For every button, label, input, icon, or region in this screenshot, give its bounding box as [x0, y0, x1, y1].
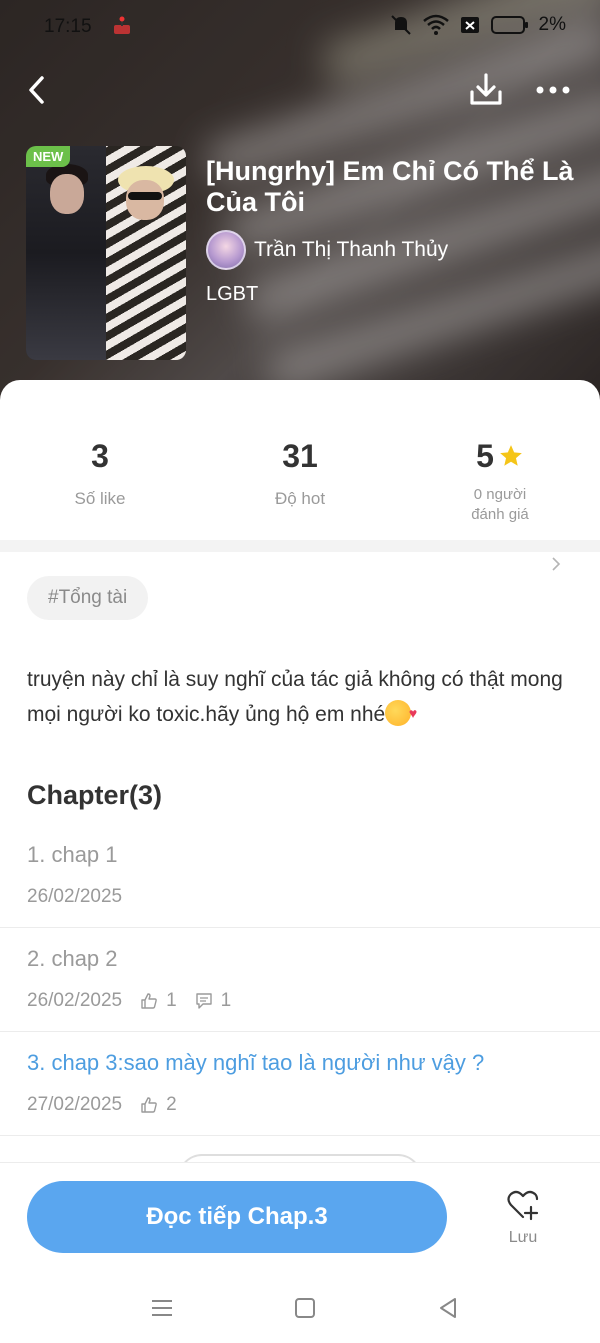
hot-label: Độ hot [274, 489, 326, 508]
chevron-right-icon [552, 557, 561, 571]
mute-icon [390, 15, 411, 35]
heart-plus-icon [507, 1190, 539, 1221]
author-avatar[interactable] [206, 230, 246, 270]
wifi-icon [422, 14, 449, 35]
system-navigation-bar [0, 1272, 600, 1343]
thumbs-up-icon [141, 993, 157, 1009]
stat-rating[interactable]: 5 0 người đánh giá [400, 438, 600, 571]
status-time: 17:15 [44, 16, 92, 37]
cover-image [26, 146, 186, 360]
back-triangle-icon[interactable] [434, 1294, 462, 1322]
back-button[interactable] [22, 72, 54, 108]
continue-reading-button[interactable]: Đọc tiếp Chap.3 [27, 1181, 447, 1253]
battery-percent: 2% [538, 14, 566, 35]
stat-hot: 31 Độ hot [200, 438, 400, 509]
more-options-button[interactable] [532, 76, 574, 104]
chapter-meta: 27/02/2025 2 [27, 1094, 177, 1116]
chapter-title: 3. chap 3:sao mày nghĩ tao là người như … [27, 1050, 485, 1075]
bottom-action-bar: Đọc tiếp Chap.3 Lưu [0, 1162, 600, 1272]
chapter-comments: 1 [220, 990, 232, 1011]
rating-value: 5 [476, 438, 494, 474]
no-sim-icon [460, 17, 479, 33]
section-divider [0, 540, 600, 552]
tag-chip[interactable]: #Tổng tài [27, 576, 149, 620]
genre-label[interactable]: LGBT [206, 283, 258, 306]
save-button[interactable]: Lưu [490, 1185, 556, 1257]
status-bar: 17:15 2% [0, 0, 600, 54]
new-badge: NEW [26, 146, 71, 167]
likes-label: Số like [74, 489, 126, 508]
comment-icon [195, 993, 212, 1009]
chapter-item[interactable]: 2. chap 2 26/02/2025 1 1 [0, 928, 600, 1032]
chapter-date: 26/02/2025 [27, 990, 123, 1011]
story-title: [Hungrhy] Em Chỉ Có Thể Là Của Tôi [206, 156, 574, 217]
smiling-hearts-emoji-icon [385, 696, 417, 731]
chapter-meta: 26/02/2025 1 1 [27, 990, 231, 1012]
author-row[interactable]: Trần Thị Thanh Thủy [206, 230, 448, 270]
chapter-date: 27/02/2025 [27, 1094, 123, 1115]
chapter-likes: 1 [166, 990, 177, 1011]
chapter-title: 2. chap 2 [27, 946, 118, 971]
likes-count: 3 [91, 438, 109, 474]
star-icon [500, 445, 522, 466]
chapter-heading: Chapter(3) [27, 780, 163, 810]
story-description: truyện này chỉ là suy nghĩ của tác giả k… [27, 662, 575, 732]
download-button[interactable] [466, 70, 506, 110]
stat-likes: 3 Số like [0, 438, 200, 509]
chapter-item[interactable]: 1. chap 1 26/02/2025 [0, 824, 600, 928]
save-label: Lưu [508, 1229, 538, 1246]
battery-icon [490, 16, 528, 34]
chapter-title: 1. chap 1 [27, 842, 118, 867]
hot-count: 31 [282, 438, 318, 474]
home-square-icon[interactable] [291, 1294, 319, 1322]
chapter-date: 26/02/2025 [27, 886, 123, 907]
status-icons: 2% [389, 14, 566, 36]
menu-icon[interactable] [148, 1294, 176, 1322]
thumbs-up-icon [141, 1097, 157, 1113]
chapter-likes: 2 [166, 1094, 177, 1115]
stats-row: 3 Số like 31 Độ hot 5 0 người đánh giá [0, 380, 600, 571]
game-controller-icon [114, 16, 130, 34]
chapter-meta: 26/02/2025 [27, 886, 122, 908]
author-name[interactable]: Trần Thị Thanh Thủy [254, 238, 448, 262]
rating-label: 0 người đánh giá [471, 486, 529, 523]
top-bar [0, 66, 600, 114]
description-text: truyện này chỉ là suy nghĩ của tác giả k… [27, 668, 563, 726]
chapter-item-current[interactable]: 3. chap 3:sao mày nghĩ tao là người như … [0, 1032, 600, 1136]
